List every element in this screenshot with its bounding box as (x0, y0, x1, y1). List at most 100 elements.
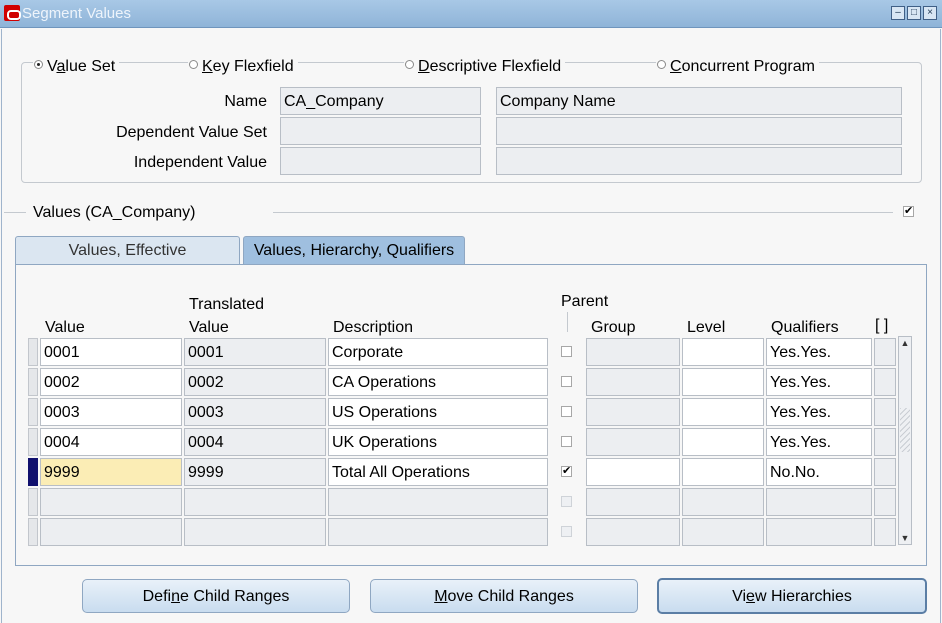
column-header-extra: [ ] (875, 317, 889, 334)
value-cell[interactable]: 0004 (40, 428, 182, 456)
value-cell[interactable]: 9999 (40, 458, 182, 486)
values-section-checkbox[interactable]: ✔ (903, 206, 914, 217)
name-field[interactable]: CA_Company (280, 87, 481, 115)
define-child-ranges-button[interactable]: Define Child Ranges (82, 579, 350, 613)
row-handle[interactable] (28, 518, 38, 546)
level-cell[interactable] (682, 458, 764, 486)
separator-left (4, 212, 26, 213)
radio-value-set-button[interactable] (34, 60, 43, 69)
view-hierarchies-button[interactable]: View Hierarchies (657, 578, 927, 614)
parent-checkbox[interactable] (561, 406, 572, 417)
group-cell[interactable] (586, 368, 680, 396)
translated-value-cell[interactable] (184, 488, 326, 516)
row-handle[interactable] (28, 488, 38, 516)
move-child-ranges-button[interactable]: Move Child Ranges (370, 579, 638, 613)
translated-value-cell[interactable]: 0002 (184, 368, 326, 396)
dependent-value-set-label: Dependent Value Set (116, 124, 267, 141)
radio-concurrent-program[interactable]: Concurrent Program (656, 58, 819, 76)
description-cell[interactable]: Corporate (328, 338, 548, 366)
level-cell[interactable] (682, 518, 764, 546)
column-header-value: Value (45, 319, 85, 336)
name-description-field[interactable]: Company Name (496, 87, 902, 115)
group-cell[interactable] (586, 338, 680, 366)
close-icon[interactable]: × (923, 6, 937, 20)
description-cell[interactable] (328, 488, 548, 516)
dependent-value-set-field[interactable] (280, 117, 481, 145)
qualifiers-cell[interactable] (766, 518, 872, 546)
extra-cell[interactable] (874, 338, 896, 366)
description-cell[interactable] (328, 518, 548, 546)
translated-value-cell[interactable]: 0004 (184, 428, 326, 456)
extra-cell[interactable] (874, 458, 896, 486)
level-cell[interactable] (682, 488, 764, 516)
column-header-parent: Parent (561, 293, 609, 310)
translated-value-cell[interactable] (184, 518, 326, 546)
qualifiers-cell[interactable]: Yes.Yes. (766, 338, 872, 366)
row-handle[interactable] (28, 398, 38, 426)
extra-cell[interactable] (874, 368, 896, 396)
scroll-thumb[interactable] (900, 408, 910, 452)
separator-right (273, 212, 893, 213)
column-header-qualifiers: Qualifiers (771, 319, 839, 336)
independent-value-field[interactable] (280, 147, 481, 175)
group-cell[interactable] (586, 518, 680, 546)
value-cell[interactable]: 0003 (40, 398, 182, 426)
radio-key-flexfield[interactable]: Key Flexfield (188, 58, 298, 76)
column-header-group: Group (591, 319, 636, 336)
scroll-up-icon[interactable]: ▲ (898, 336, 912, 350)
level-cell[interactable] (682, 398, 764, 426)
description-cell[interactable]: UK Operations (328, 428, 548, 456)
qualifiers-cell[interactable]: No.No. (766, 458, 872, 486)
radio-concurrent-program-button[interactable] (657, 60, 666, 69)
radio-value-set[interactable]: Value Set (33, 58, 120, 76)
dependent-value-set-description[interactable] (496, 117, 902, 145)
row-handle[interactable] (28, 368, 38, 396)
group-cell[interactable] (586, 398, 680, 426)
value-cell[interactable] (40, 518, 182, 546)
group-cell[interactable] (586, 488, 680, 516)
independent-value-description[interactable] (496, 147, 902, 175)
qualifiers-cell[interactable]: Yes.Yes. (766, 398, 872, 426)
value-cell[interactable]: 0001 (40, 338, 182, 366)
value-cell[interactable]: 0002 (40, 368, 182, 396)
parent-checkbox[interactable] (561, 436, 572, 447)
parent-header-divider (567, 312, 568, 332)
extra-cell[interactable] (874, 488, 896, 516)
radio-descriptive-flexfield[interactable]: Descriptive Flexfield (404, 58, 566, 76)
row-handle[interactable] (28, 428, 38, 456)
translated-value-cell[interactable]: 9999 (184, 458, 326, 486)
group-cell[interactable] (586, 458, 680, 486)
qualifiers-cell[interactable]: Yes.Yes. (766, 368, 872, 396)
minimize-icon[interactable]: – (891, 6, 905, 20)
translated-value-cell[interactable]: 0003 (184, 398, 326, 426)
group-cell[interactable] (586, 428, 680, 456)
level-cell[interactable] (682, 338, 764, 366)
level-cell[interactable] (682, 428, 764, 456)
qualifiers-cell[interactable] (766, 488, 872, 516)
radio-key-flexfield-button[interactable] (189, 60, 198, 69)
value-cell[interactable] (40, 488, 182, 516)
extra-cell[interactable] (874, 428, 896, 456)
extra-cell[interactable] (874, 518, 896, 546)
description-cell[interactable]: US Operations (328, 398, 548, 426)
qualifiers-cell[interactable]: Yes.Yes. (766, 428, 872, 456)
radio-descriptive-flexfield-button[interactable] (405, 60, 414, 69)
extra-cell[interactable] (874, 398, 896, 426)
parent-checkbox[interactable] (561, 376, 572, 387)
maximize-icon[interactable]: □ (907, 6, 921, 20)
column-header-level: Level (687, 319, 726, 336)
name-label: Name (224, 93, 267, 110)
tab-values-effective[interactable]: Values, Effective (15, 236, 240, 264)
title-bar[interactable] (0, 0, 942, 28)
tab-values-hierarchy-qualifiers[interactable]: Values, Hierarchy, Qualifiers (243, 236, 465, 264)
description-cell[interactable]: CA Operations (328, 368, 548, 396)
parent-checkbox[interactable] (561, 346, 572, 357)
scroll-down-icon[interactable]: ▼ (898, 531, 912, 545)
parent-checkbox[interactable]: ✔ (561, 466, 572, 477)
row-handle[interactable] (28, 458, 38, 486)
column-header-translated-top: Translated (189, 296, 264, 313)
row-handle[interactable] (28, 338, 38, 366)
level-cell[interactable] (682, 368, 764, 396)
translated-value-cell[interactable]: 0001 (184, 338, 326, 366)
description-cell[interactable]: Total All Operations (328, 458, 548, 486)
